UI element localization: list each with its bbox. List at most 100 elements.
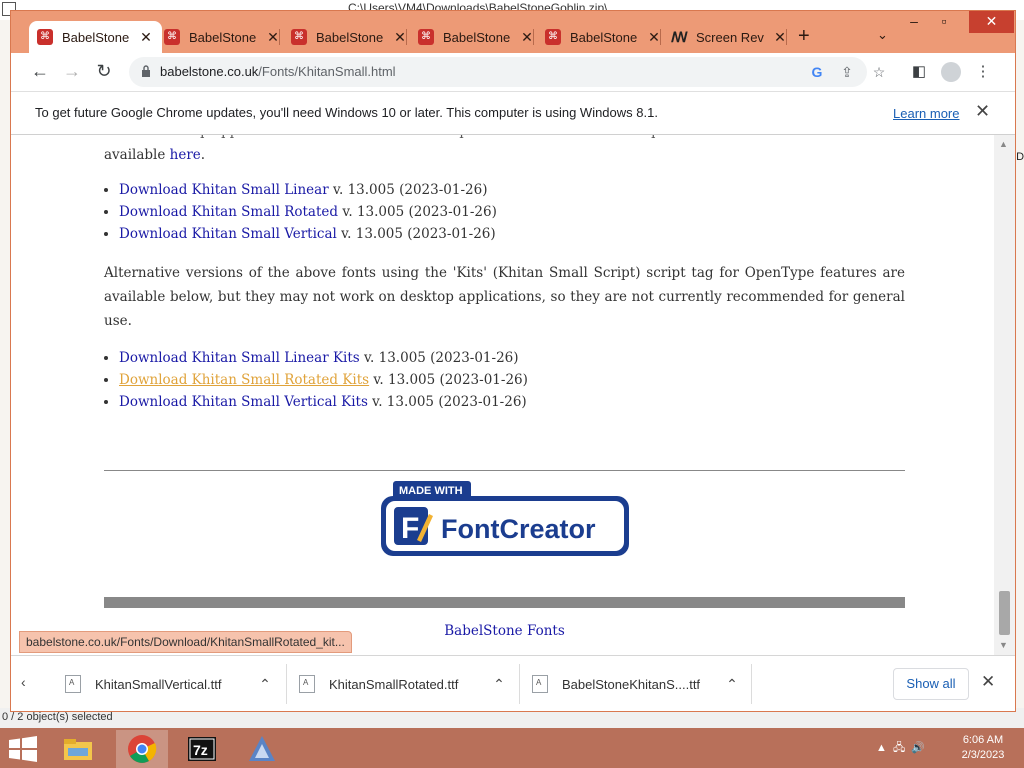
tab-search-chevron-icon[interactable]: ⌄ [877, 27, 888, 43]
download-vertical-kits-link[interactable]: Download Khitan Small Vertical Kits [119, 394, 368, 410]
update-infobar: To get future Google Chrome updates, you… [11, 91, 1015, 135]
infobar-message: To get future Google Chrome updates, you… [35, 105, 658, 120]
download-linear-kits-link[interactable]: Download Khitan Small Linear Kits [119, 350, 360, 366]
here-link[interactable]: here [170, 147, 201, 163]
window-close-button[interactable]: ✕ [969, 11, 1014, 33]
chrome-taskbar-icon[interactable] [116, 730, 168, 768]
scrollbar-thumb[interactable] [999, 591, 1010, 635]
background-window-status: 0 / 2 object(s) selected [2, 711, 113, 723]
browser-toolbar: ← → ↻ babelstone.co.uk/Fonts/KhitanSmall… [11, 53, 1015, 91]
font-file-icon [532, 675, 548, 693]
show-all-button[interactable]: Show all [893, 668, 969, 700]
tab-babelstone-1[interactable]: ⌘ BabelStone ✕ [29, 21, 162, 53]
clipped-paragraph-line: and on desktop applications such as Word… [104, 135, 905, 143]
scroll-down-icon[interactable]: ▼ [999, 640, 1008, 650]
learn-more-link[interactable]: Learn more [893, 106, 959, 121]
babelstone-favicon-icon: ⌘ [164, 29, 180, 45]
tab-separator [533, 29, 534, 45]
profile-avatar-icon[interactable] [941, 62, 961, 82]
shelf-scroll-left-icon[interactable]: ‹ [21, 674, 26, 690]
download-linear-link[interactable]: Download Khitan Small Linear [119, 182, 329, 198]
page-viewport: and on desktop applications such as Word… [11, 135, 994, 655]
tab-screen-rev[interactable]: ꟿ Screen Rev ✕ [663, 21, 796, 53]
tab-separator [660, 29, 661, 45]
page-content: and on desktop applications such as Word… [104, 135, 905, 639]
side-panel-icon[interactable]: ◧ [909, 62, 929, 82]
zip-archive-paragraph: available here. [104, 147, 206, 163]
font-file-icon [65, 675, 81, 693]
shelf-separator [519, 664, 520, 704]
list-item: Download Khitan Small Vertical Kits v. 1… [119, 391, 905, 413]
system-tray-icons[interactable]: ▲ 🖧 🔊 [876, 739, 925, 758]
google-lens-icon[interactable]: G [807, 62, 827, 82]
maximize-button[interactable]: ▫ [929, 11, 959, 33]
screen-rec-favicon-icon: ꟿ [671, 29, 688, 45]
tab-separator [279, 29, 280, 45]
download-options-chevron-icon[interactable]: ⌃ [255, 676, 275, 693]
babelstone-fonts-link[interactable]: BabelStone Fonts [444, 623, 565, 639]
font-app-taskbar-icon[interactable] [236, 730, 288, 768]
download-options-chevron-icon[interactable]: ⌃ [722, 676, 742, 693]
download-rotated-link[interactable]: Download Khitan Small Rotated [119, 204, 338, 220]
svg-text:FontCreator: FontCreator [441, 514, 596, 544]
svg-text:MADE WITH: MADE WITH [399, 485, 463, 497]
minimize-button[interactable]: – [899, 11, 929, 33]
kits-download-list: Download Khitan Small Linear Kits v. 13.… [119, 347, 905, 413]
forward-arrow-icon[interactable]: → [61, 61, 83, 83]
download-list: Download Khitan Small Linear v. 13.005 (… [119, 179, 905, 245]
download-rotated-kits-link[interactable]: Download Khitan Small Rotated Kits [119, 372, 369, 388]
windows-start-icon[interactable] [8, 736, 38, 762]
list-item: Download Khitan Small Vertical v. 13.005… [119, 223, 905, 245]
reload-icon[interactable]: ↻ [93, 61, 115, 83]
made-with-fontcreator-badge[interactable]: MADE WITH F FontCreator [379, 480, 631, 558]
address-bar[interactable]: babelstone.co.uk/Fonts/KhitanSmall.html … [129, 57, 885, 87]
babelstone-favicon-icon: ⌘ [545, 29, 561, 45]
shelf-separator [751, 664, 752, 704]
tab-babelstone-4[interactable]: ⌘ BabelStone ✕ [410, 21, 543, 53]
file-explorer-taskbar-icon[interactable] [52, 730, 104, 768]
download-item[interactable]: KhitanSmallVertical.ttf ⌃ [65, 668, 275, 700]
kits-paragraph: Alternative versions of the above fonts … [104, 265, 905, 329]
share-icon[interactable]: ⇪ [837, 62, 857, 82]
tab-babelstone-5[interactable]: ⌘ BabelStone ✕ [537, 21, 670, 53]
list-item: Download Khitan Small Linear v. 13.005 (… [119, 179, 905, 201]
tab-strip: ⌘ BabelStone ✕ ⌘ BabelStone ✕ ⌘ BabelSto… [11, 11, 1015, 53]
new-tab-plus-icon[interactable]: + [798, 25, 810, 48]
download-item[interactable]: BabelStoneKhitanS....ttf ⌃ [532, 668, 742, 700]
taskbar-clock[interactable]: 6:06 AM 2/3/2023 [948, 733, 1018, 763]
tab-babelstone-3[interactable]: ⌘ BabelStone ✕ [283, 21, 416, 53]
scroll-up-icon[interactable]: ▲ [999, 139, 1008, 149]
status-url-bubble: babelstone.co.uk/Fonts/Download/KhitanSm… [19, 631, 352, 653]
shelf-separator [286, 664, 287, 704]
list-item: Download Khitan Small Linear Kits v. 13.… [119, 347, 905, 369]
tab-babelstone-2[interactable]: ⌘ BabelStone ✕ [156, 21, 289, 53]
font-file-icon [299, 675, 315, 693]
download-shelf: ‹ KhitanSmallVertical.ttf ⌃ KhitanSmallR… [11, 655, 1015, 711]
list-item: Download Khitan Small Rotated Kits v. 13… [119, 369, 905, 391]
svg-text:F: F [401, 512, 419, 545]
footer-bar [104, 597, 905, 608]
download-item[interactable]: KhitanSmallRotated.ttf ⌃ [299, 668, 509, 700]
shelf-close-icon[interactable]: ✕ [981, 672, 995, 692]
lock-icon [142, 65, 150, 77]
download-vertical-link[interactable]: Download Khitan Small Vertical [119, 226, 337, 242]
tab-separator [786, 29, 787, 45]
url-text: babelstone.co.uk/Fonts/KhitanSmall.html [160, 64, 396, 79]
babelstone-favicon-icon: ⌘ [37, 29, 53, 45]
bookmark-star-icon[interactable]: ☆ [869, 62, 889, 82]
infobar-close-icon[interactable]: ✕ [975, 101, 990, 122]
back-arrow-icon[interactable]: ← [29, 61, 51, 83]
list-item: Download Khitan Small Rotated v. 13.005 … [119, 201, 905, 223]
babelstone-favicon-icon: ⌘ [418, 29, 434, 45]
7zip-taskbar-icon[interactable]: 7z [176, 730, 228, 768]
tab-close-icon[interactable]: ✕ [138, 29, 154, 46]
download-options-chevron-icon[interactable]: ⌃ [489, 676, 509, 693]
chrome-window: ⌘ BabelStone ✕ ⌘ BabelStone ✕ ⌘ BabelSto… [10, 10, 1016, 712]
tab-separator [406, 29, 407, 45]
babelstone-favicon-icon: ⌘ [291, 29, 307, 45]
svg-text:7z: 7z [193, 742, 208, 758]
chrome-menu-icon[interactable]: ⋮ [973, 62, 993, 82]
page-scrollbar[interactable]: ▲ ▼ [994, 135, 1015, 655]
windows-taskbar: 7z ▲ 🖧 🔊 6:06 AM 2/3/2023 [0, 728, 1024, 768]
section-divider [104, 470, 905, 471]
